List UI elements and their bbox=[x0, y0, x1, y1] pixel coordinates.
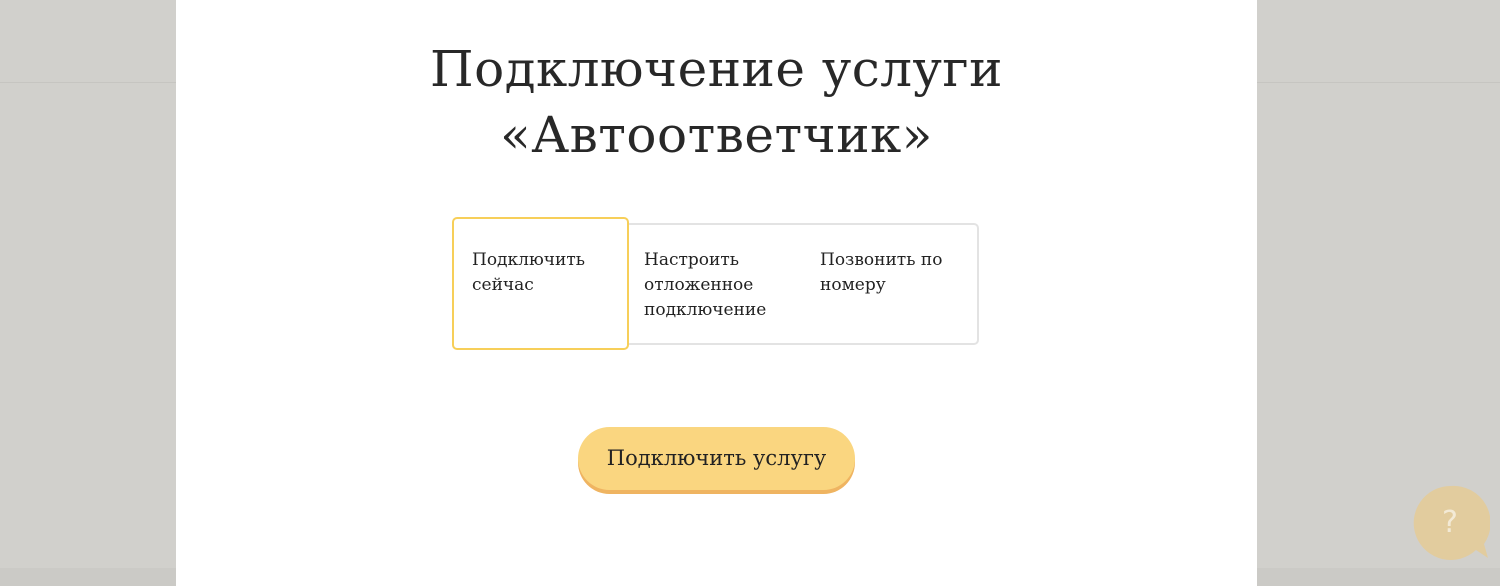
option-label: Позвонить по номеру bbox=[820, 250, 943, 295]
option-label: Подключить сейчас bbox=[472, 250, 585, 295]
modal-title: Подключение услуги «Автоответчик» bbox=[176, 36, 1257, 168]
option-connect-now[interactable]: Подключить сейчас bbox=[452, 217, 629, 350]
connection-options: Подключить сейчас Настроить отложенное п… bbox=[452, 217, 979, 350]
option-label: Настроить отложенное подключение bbox=[644, 250, 767, 320]
help-glyph: ? bbox=[1442, 505, 1458, 540]
connect-service-button[interactable]: Подключить услугу bbox=[578, 427, 855, 490]
option-schedule-connection[interactable]: Настроить отложенное подключение bbox=[626, 223, 804, 345]
question-chat-icon: ? bbox=[1413, 485, 1490, 560]
modal-title-line-1: Подключение услуги bbox=[430, 40, 1003, 98]
option-call-number[interactable]: Позвонить по номеру bbox=[802, 223, 979, 345]
help-chat-button[interactable]: ? bbox=[1412, 484, 1490, 562]
service-modal: Подключение услуги «Автоответчик» Подклю… bbox=[176, 0, 1257, 586]
modal-title-line-2: «Автоответчик» bbox=[500, 106, 933, 164]
